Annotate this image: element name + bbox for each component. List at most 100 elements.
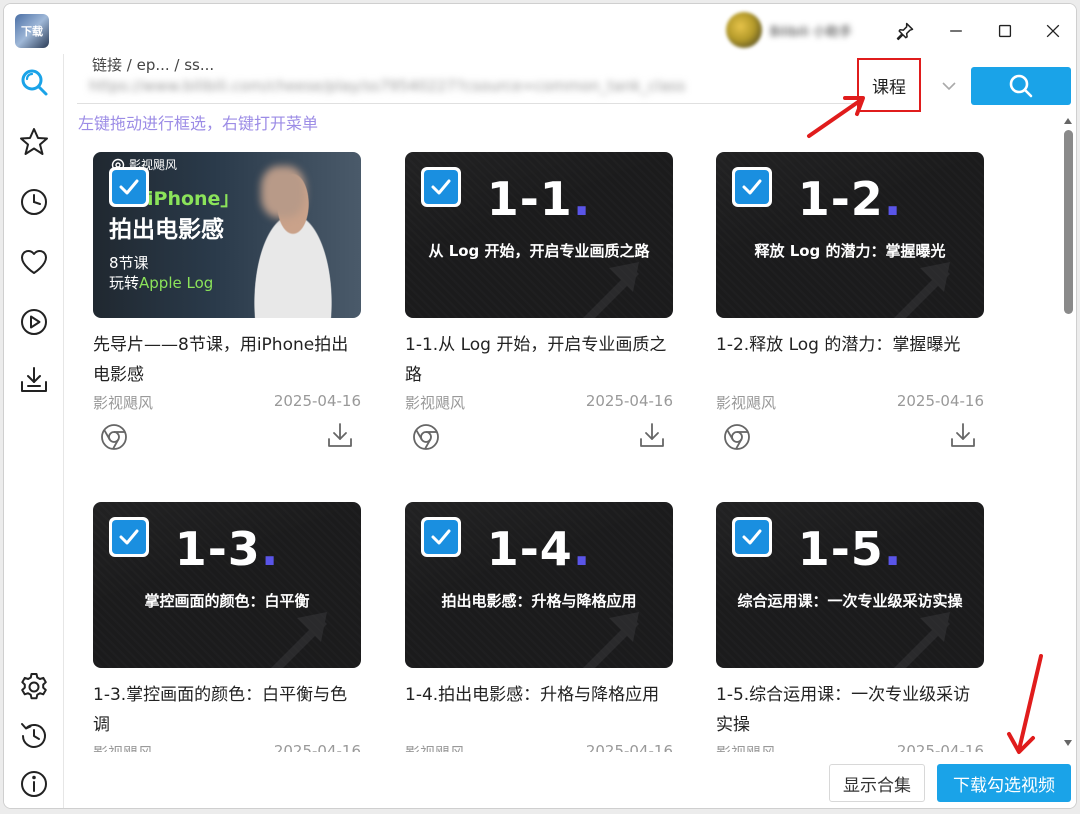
scrollbar[interactable]: [1061, 114, 1075, 754]
lesson-subtitle: 综合运用课：一次专业级采访实操: [737, 592, 963, 610]
url-input[interactable]: https://www.bilibili.com/cheese/play/ss7…: [77, 69, 855, 104]
video-card[interactable]: 1-4. 拍出电影感：升格与降格应用 1-4.拍出电影感：升格与降格应用 影视飓…: [405, 502, 675, 752]
annotation-arrow-icon: [807, 96, 865, 138]
video-date: 2025-04-16: [896, 392, 984, 410]
lesson-number-dot: .: [572, 522, 592, 576]
video-thumbnail[interactable]: 1-2. 释放 Log 的潜力：掌握曝光: [716, 152, 984, 318]
face-blur: [261, 166, 305, 218]
sidebar-item-likes[interactable]: [16, 244, 52, 280]
promo-line4-prefix: 玩转: [109, 274, 140, 292]
video-card[interactable]: 1-1. 从 Log 开始，开启专业画质之路 1-1.从 Log 开始，开启专业…: [405, 152, 675, 462]
sidebar-item-play[interactable]: [16, 304, 52, 340]
lesson-subtitle: 释放 Log 的潜力：掌握曝光: [754, 242, 946, 260]
checkbox-fill: [735, 170, 769, 204]
info-icon: [21, 771, 47, 797]
video-card[interactable]: 1-3. 掌控画面的颜色：白平衡 1-3.掌控画面的颜色：白平衡与色调 影视飓风…: [93, 502, 363, 752]
username: Bilibili 小助手: [770, 25, 852, 40]
video-title: 1-1.从 Log 开始，开启专业画质之路: [405, 335, 667, 385]
video-thumbnail[interactable]: 1-1. 从 Log 开始，开启专业画质之路: [405, 152, 673, 318]
download-icon[interactable]: [325, 420, 355, 450]
search-icon: [1009, 74, 1033, 98]
select-checkbox[interactable]: [421, 517, 461, 557]
checkmark-icon: [431, 529, 451, 545]
checkbox-fill: [112, 520, 146, 554]
heart-icon: [20, 249, 48, 274]
star-icon: [20, 128, 48, 155]
video-thumbnail[interactable]: 影视飓风 iPhone」 拍出电影感 8节课 玩转Apple Log: [93, 152, 361, 318]
download-icon[interactable]: [637, 420, 667, 450]
maximize-button[interactable]: [988, 14, 1022, 48]
video-date: 2025-04-16: [273, 392, 361, 410]
video-thumbnail[interactable]: 1-3. 掌控画面的颜色：白平衡: [93, 502, 361, 668]
video-date: 2025-04-16: [585, 742, 673, 752]
gear-icon: [21, 673, 47, 700]
scroll-up-icon[interactable]: [1063, 116, 1073, 126]
history-icon: [21, 723, 46, 748]
avatar[interactable]: [726, 12, 762, 48]
lesson-number-text: 1-1: [486, 172, 573, 226]
play-icon: [21, 309, 47, 335]
download-selected-button[interactable]: 下载勾选视频: [937, 764, 1071, 802]
video-title: 1-2.释放 Log 的潜力：掌握曝光: [716, 335, 961, 355]
lesson-number-text: 1-4: [486, 522, 573, 576]
search-button[interactable]: [971, 67, 1071, 105]
pin-button[interactable]: [888, 14, 922, 48]
video-card[interactable]: 1-2. 释放 Log 的潜力：掌握曝光 1-2.释放 Log 的潜力：掌握曝光…: [716, 152, 986, 462]
select-checkbox[interactable]: [109, 167, 149, 207]
sidebar-item-later[interactable]: [16, 184, 52, 220]
sidebar-item-favorites[interactable]: [16, 124, 52, 160]
lesson-number-text: 1-3: [174, 522, 261, 576]
lesson-number-text: 1-5: [797, 522, 884, 576]
lesson-number-dot: .: [572, 172, 592, 226]
clock-icon: [21, 189, 47, 215]
video-card[interactable]: 1-5. 综合运用课：一次专业级采访实操 1-5.综合运用课：一次专业级采访实操…: [716, 502, 986, 752]
checkbox-fill: [424, 520, 458, 554]
video-grid: 影视飓风 iPhone」 拍出电影感 8节课 玩转Apple Log 先导片——…: [65, 152, 1059, 752]
app-logo: 下载: [15, 14, 49, 48]
scroll-down-icon[interactable]: [1063, 738, 1073, 748]
video-title: 1-5.综合运用课：一次专业级采访实操: [716, 685, 971, 735]
lesson-subtitle: 从 Log 开始，开启专业画质之路: [428, 242, 650, 260]
scrollbar-thumb[interactable]: [1064, 130, 1073, 314]
checkbox-fill: [424, 170, 458, 204]
sidebar-item-history[interactable]: [16, 718, 52, 754]
sidebar-item-about[interactable]: [16, 766, 52, 802]
download-icon[interactable]: [948, 420, 978, 450]
sidebar-item-settings[interactable]: [16, 669, 52, 705]
checkbox-fill: [735, 520, 769, 554]
sidebar-item-downloads[interactable]: [16, 362, 52, 398]
selection-hint: 左键拖动进行框选，右键打开菜单: [78, 114, 319, 133]
type-dropdown-toggle[interactable]: [933, 74, 965, 98]
chrome-icon[interactable]: [722, 422, 752, 452]
chrome-icon[interactable]: [411, 422, 441, 452]
app-window: 下载 Bilibili 小助手 链接 / ep... / ss... https…: [3, 3, 1077, 809]
video-card[interactable]: 影视飓风 iPhone」 拍出电影感 8节课 玩转Apple Log 先导片——…: [93, 152, 363, 462]
minimize-button[interactable]: [939, 14, 973, 48]
user-account[interactable]: Bilibili 小助手: [726, 12, 876, 48]
show-collection-button[interactable]: 显示合集: [829, 764, 925, 802]
video-title: 先导片——8节课，用iPhone拍出电影感: [93, 335, 349, 385]
select-checkbox[interactable]: [732, 517, 772, 557]
lesson-number-text: 1-2: [797, 172, 884, 226]
lesson-subtitle: 拍出电影感：升格与降格应用: [441, 592, 637, 610]
chrome-icon[interactable]: [99, 422, 129, 452]
lesson-number-dot: .: [883, 172, 903, 226]
lesson-number-dot: .: [260, 522, 280, 576]
app-logo-text: 下载: [21, 25, 43, 38]
sidebar-item-search[interactable]: [16, 64, 52, 100]
main-panel: 链接 / ep... / ss... https://www.bilibili.…: [65, 54, 1076, 808]
promo-line4-highlight: Apple Log: [139, 274, 214, 292]
select-checkbox[interactable]: [732, 167, 772, 207]
video-thumbnail[interactable]: 1-5. 综合运用课：一次专业级采访实操: [716, 502, 984, 668]
video-author: 影视飓风: [716, 394, 777, 412]
promo-line3: 8节课: [109, 254, 149, 272]
close-button[interactable]: [1036, 14, 1070, 48]
checkmark-icon: [119, 179, 139, 195]
promo-line1: iPhone」: [147, 188, 240, 210]
select-checkbox[interactable]: [421, 167, 461, 207]
url-value[interactable]: https://www.bilibili.com/cheese/play/ss7…: [89, 77, 685, 95]
select-checkbox[interactable]: [109, 517, 149, 557]
video-thumbnail[interactable]: 1-4. 拍出电影感：升格与降格应用: [405, 502, 673, 668]
video-date: 2025-04-16: [273, 742, 361, 752]
checkbox-fill: [112, 170, 146, 204]
